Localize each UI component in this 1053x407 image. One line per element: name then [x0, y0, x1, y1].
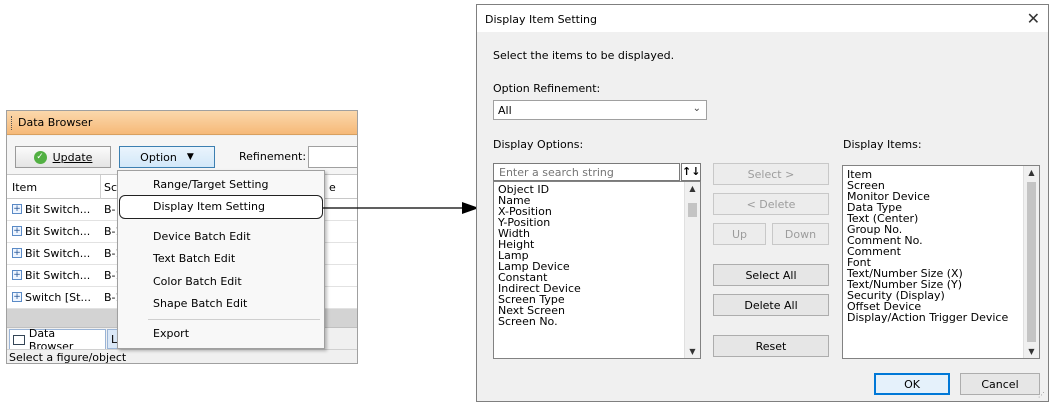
cancel-button[interactable]: Cancel — [960, 373, 1040, 395]
data-browser-toolbar: ✓ Update Option ▼ Refinement: — [7, 136, 357, 174]
column-divider[interactable] — [100, 175, 101, 199]
list-item[interactable]: Display/Action Trigger Device — [847, 312, 1008, 323]
scroll-up-icon[interactable]: ▲ — [1024, 168, 1039, 177]
column-header-extra[interactable]: e — [329, 181, 336, 194]
menu-item-device-batch-edit[interactable]: Device Batch Edit — [153, 230, 251, 243]
menu-item-text-batch-edit[interactable]: Text Batch Edit — [153, 252, 235, 265]
dialog-titlebar[interactable]: Display Item Setting ✕ — [477, 5, 1048, 32]
menu-separator — [148, 319, 320, 320]
scrollbar-thumb[interactable] — [1027, 182, 1036, 342]
scrollbar-thumb[interactable] — [688, 203, 697, 217]
option-refinement-value: All — [498, 104, 512, 117]
status-bar: Select a figure/object — [7, 349, 357, 363]
delete-all-button[interactable]: Delete All — [713, 294, 829, 316]
down-button[interactable]: Down — [772, 223, 829, 245]
sort-icon[interactable]: ↑↓ — [681, 163, 701, 181]
options-scrollbar[interactable]: ▲ ▼ — [684, 182, 700, 358]
option-button[interactable]: Option ▼ — [119, 146, 215, 168]
select-button[interactable]: Select > — [713, 163, 829, 185]
dropdown-arrow-icon: ▼ — [186, 152, 194, 162]
update-label: Update — [52, 150, 93, 164]
drag-grip-icon[interactable] — [11, 115, 14, 130]
data-browser-icon — [13, 334, 25, 345]
reset-button[interactable]: Reset — [713, 335, 829, 357]
row-name: Bit Switch... — [25, 269, 91, 282]
expand-icon[interactable]: + — [12, 292, 22, 302]
expand-icon[interactable]: + — [12, 248, 22, 258]
option-menu: Range/Target Setting Display Item Settin… — [117, 170, 325, 349]
search-input[interactable] — [494, 164, 679, 180]
resize-grip-icon[interactable]: ⋰ — [1038, 391, 1046, 399]
display-items-list[interactable]: Item Screen Monitor Device Data Type Tex… — [842, 165, 1040, 359]
close-icon[interactable]: ✕ — [1027, 9, 1040, 28]
row-screen: B- — [104, 203, 116, 216]
option-refinement-label: Option Refinement: — [493, 82, 601, 95]
refinement-input[interactable] — [308, 146, 357, 168]
menu-item-range-target-setting[interactable]: Range/Target Setting — [153, 178, 268, 191]
ok-button[interactable]: OK — [874, 373, 950, 395]
search-input-box[interactable] — [493, 163, 680, 181]
update-button[interactable]: ✓ Update — [15, 146, 111, 168]
tab-data-browser[interactable]: Data Browser — [9, 327, 106, 353]
dialog-instruction: Select the items to be displayed. — [493, 49, 675, 62]
option-label: Option — [140, 150, 177, 164]
row-name: Bit Switch... — [25, 203, 91, 216]
expand-icon[interactable]: + — [12, 270, 22, 280]
menu-item-export[interactable]: Export — [153, 327, 189, 340]
data-browser-titlebar[interactable]: Data Browser — [7, 111, 357, 135]
up-button[interactable]: Up — [713, 223, 766, 245]
check-circle-icon: ✓ — [33, 150, 47, 164]
data-browser-title: Data Browser — [18, 116, 93, 129]
menu-item-color-batch-edit[interactable]: Color Batch Edit — [153, 275, 242, 288]
row-name: Switch [St... — [25, 291, 91, 304]
items-scrollbar[interactable]: ▲ ▼ — [1023, 166, 1039, 358]
expand-icon[interactable]: + — [12, 226, 22, 236]
expand-icon[interactable]: + — [12, 204, 22, 214]
list-item[interactable]: Screen No. — [498, 316, 558, 327]
scroll-down-icon[interactable]: ▼ — [685, 347, 700, 356]
option-refinement-select[interactable]: All ⌄ — [493, 100, 707, 120]
refinement-label: Refinement: — [239, 150, 307, 163]
column-header-item[interactable]: Item — [12, 181, 37, 194]
dialog-title: Display Item Setting — [485, 13, 597, 26]
column-header-screen[interactable]: Sc — [104, 181, 117, 194]
row-name: Bit Switch... — [25, 247, 91, 260]
select-all-button[interactable]: Select All — [713, 264, 829, 286]
menu-item-display-item-setting[interactable]: Display Item Setting — [153, 200, 265, 213]
menu-item-shape-batch-edit[interactable]: Shape Batch Edit — [153, 297, 247, 310]
callout-arrow-icon — [323, 202, 479, 214]
display-items-label: Display Items: — [843, 138, 922, 151]
scroll-down-icon[interactable]: ▼ — [1024, 347, 1039, 356]
row-name: Bit Switch... — [25, 225, 91, 238]
display-options-label: Display Options: — [493, 138, 584, 151]
display-options-list[interactable]: Object ID Name X-Position Y-Position Wid… — [493, 181, 701, 359]
chevron-down-icon: ⌄ — [692, 103, 701, 114]
display-item-setting-dialog: Display Item Setting ✕ Select the items … — [476, 4, 1049, 402]
scroll-up-icon[interactable]: ▲ — [685, 184, 700, 193]
delete-button[interactable]: < Delete — [713, 193, 829, 215]
